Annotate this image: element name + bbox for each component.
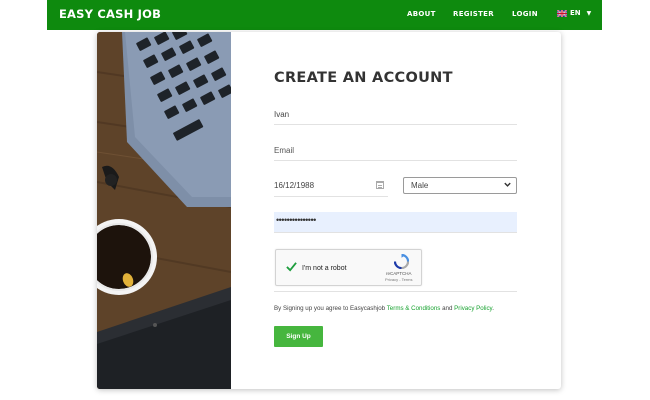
nav-register[interactable]: REGISTER: [453, 10, 494, 18]
captcha-label: I'm not a robot: [302, 265, 347, 272]
agreement-middle: and: [440, 305, 455, 312]
password-field[interactable]: •••••••••••••••: [274, 212, 517, 233]
checkmark-icon[interactable]: [286, 261, 297, 272]
divider: [274, 291, 517, 292]
caret-down-icon: ▼: [586, 9, 592, 17]
nav-about[interactable]: ABOUT: [407, 10, 436, 18]
recaptcha-logo-icon: [394, 254, 409, 269]
recaptcha-links[interactable]: Privacy - Terms: [385, 277, 412, 282]
top-navbar: EASY CASH JOB ABOUT REGISTER LOGIN EN ▼: [47, 0, 602, 30]
name-field[interactable]: Ivan: [274, 110, 517, 125]
language-label: EN: [570, 9, 581, 17]
signup-button[interactable]: Sign Up: [274, 326, 323, 347]
privacy-link[interactable]: Privacy Policy: [454, 305, 492, 312]
agreement-prefix: By Signing up you agree to Easycashjob: [274, 305, 387, 312]
gender-value: Male: [411, 181, 429, 190]
agreement-text: By Signing up you agree to Easycashjob T…: [274, 305, 494, 312]
recaptcha-brand: reCAPTCHA: [386, 271, 412, 276]
birthdate-field[interactable]: 16/12/1988: [274, 181, 388, 197]
page-title: CREATE AN ACCOUNT: [274, 70, 453, 86]
chevron-down-icon: [504, 182, 511, 187]
site-logo[interactable]: EASY CASH JOB: [59, 7, 161, 21]
name-value: Ivan: [274, 110, 290, 119]
agreement-suffix: .: [492, 305, 494, 312]
calendar-icon[interactable]: [376, 181, 384, 189]
language-selector[interactable]: EN ▼: [557, 9, 591, 17]
signup-card: CREATE AN ACCOUNT Ivan Email 16/12/1988 …: [97, 32, 561, 389]
recaptcha-widget[interactable]: I'm not a robot reCAPTCHA Privacy - Term…: [275, 249, 422, 286]
birthdate-value: 16/12/1988: [274, 181, 315, 190]
gender-select[interactable]: Male: [403, 177, 517, 194]
email-field[interactable]: Email: [274, 146, 517, 161]
email-placeholder: Email: [274, 146, 295, 155]
terms-link[interactable]: Terms & Conditions: [387, 305, 441, 312]
uk-flag-icon: [557, 9, 567, 17]
password-value: •••••••••••••••: [276, 215, 316, 225]
nav-login[interactable]: LOGIN: [512, 10, 538, 18]
laptop-coffee-image: [97, 32, 231, 389]
